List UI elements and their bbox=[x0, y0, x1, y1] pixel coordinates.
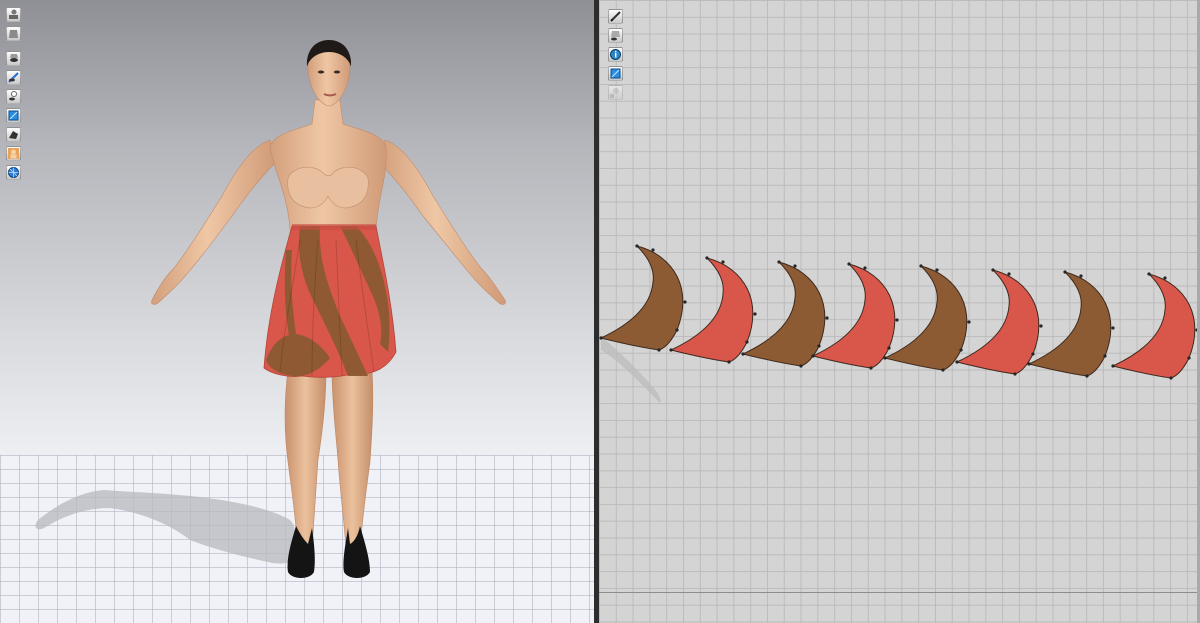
pattern-point[interactable] bbox=[651, 248, 655, 252]
rendering-icon[interactable] bbox=[6, 127, 21, 142]
pattern-point[interactable] bbox=[745, 340, 749, 344]
2d-window-toolbar bbox=[608, 9, 623, 104]
texture-display-icon[interactable] bbox=[6, 108, 21, 123]
pattern-point[interactable] bbox=[1031, 352, 1035, 356]
pattern-point[interactable] bbox=[883, 356, 887, 360]
arrangement-icon[interactable] bbox=[608, 85, 623, 100]
pattern-point[interactable] bbox=[721, 260, 725, 264]
avatar-scene bbox=[35, 40, 506, 578]
pattern-point[interactable] bbox=[1187, 356, 1191, 360]
pattern-point[interactable] bbox=[1007, 272, 1011, 276]
pattern-point[interactable] bbox=[1169, 376, 1173, 380]
pattern-point[interactable] bbox=[959, 348, 963, 352]
pattern-point[interactable] bbox=[941, 368, 945, 372]
pattern-point[interactable] bbox=[1013, 372, 1017, 376]
show-avatar-icon[interactable] bbox=[6, 51, 21, 66]
pattern-point[interactable] bbox=[1111, 364, 1115, 368]
pattern-point[interactable] bbox=[777, 260, 781, 264]
pattern-point[interactable] bbox=[741, 352, 745, 356]
garment-display-icon[interactable] bbox=[6, 26, 21, 41]
edit-pattern-icon[interactable] bbox=[608, 9, 623, 24]
pattern-piece-5[interactable] bbox=[883, 265, 968, 371]
pattern-point[interactable] bbox=[817, 344, 821, 348]
3d-viewport[interactable] bbox=[0, 0, 594, 623]
right-arm bbox=[378, 139, 506, 305]
pattern-point[interactable] bbox=[1085, 374, 1089, 378]
pattern-point[interactable] bbox=[847, 262, 851, 266]
pattern-piece-7[interactable] bbox=[1027, 271, 1112, 377]
canvas-bottom-border bbox=[599, 592, 1200, 593]
pattern-point[interactable] bbox=[635, 244, 639, 248]
pattern-point[interactable] bbox=[669, 348, 673, 352]
avatar-skin-icon[interactable] bbox=[6, 146, 21, 161]
left-arm bbox=[151, 139, 277, 305]
pattern-point[interactable] bbox=[599, 336, 603, 340]
pattern-point[interactable] bbox=[799, 364, 803, 368]
pattern-point[interactable] bbox=[869, 366, 873, 370]
pattern-point[interactable] bbox=[1163, 276, 1167, 280]
pattern-point[interactable] bbox=[1103, 354, 1107, 358]
show-pin-icon[interactable] bbox=[6, 89, 21, 104]
pattern-point[interactable] bbox=[991, 268, 995, 272]
pattern-point[interactable] bbox=[935, 268, 939, 272]
display-avatar-icon[interactable] bbox=[6, 7, 21, 22]
pattern-point[interactable] bbox=[895, 318, 899, 322]
pattern-point[interactable] bbox=[967, 320, 971, 324]
pattern-point[interactable] bbox=[919, 264, 923, 268]
show-garment-icon[interactable] bbox=[608, 28, 623, 43]
3d-window-toolbar bbox=[6, 7, 21, 184]
pattern-point[interactable] bbox=[811, 354, 815, 358]
pattern-point[interactable] bbox=[675, 328, 679, 332]
pattern-point[interactable] bbox=[683, 300, 687, 304]
pattern-point[interactable] bbox=[705, 256, 709, 260]
mesh-display-icon[interactable] bbox=[6, 165, 21, 180]
2d-pattern-window[interactable] bbox=[599, 0, 1200, 623]
pattern-point[interactable] bbox=[887, 346, 891, 350]
pattern-point[interactable] bbox=[1063, 270, 1067, 274]
pattern-point[interactable] bbox=[1111, 326, 1115, 330]
pattern-point[interactable] bbox=[793, 264, 797, 268]
pattern-point[interactable] bbox=[753, 312, 757, 316]
pattern-piece-1[interactable] bbox=[599, 245, 684, 351]
pattern-point[interactable] bbox=[727, 360, 731, 364]
skirt bbox=[263, 224, 397, 378]
pattern-point[interactable] bbox=[1039, 324, 1043, 328]
texture-view-icon[interactable] bbox=[608, 66, 623, 81]
pattern-point[interactable] bbox=[955, 360, 959, 364]
pattern-point[interactable] bbox=[863, 266, 867, 270]
avatar-shadow bbox=[35, 490, 297, 564]
pattern-piece-8[interactable] bbox=[1111, 273, 1196, 379]
avatar-head bbox=[306, 40, 352, 107]
pattern-piece-2[interactable] bbox=[669, 257, 754, 363]
information-icon[interactable] bbox=[608, 47, 623, 62]
pattern-point[interactable] bbox=[825, 316, 829, 320]
torso bbox=[269, 99, 387, 231]
show-pattern-icon[interactable] bbox=[6, 70, 21, 85]
pattern-point[interactable] bbox=[1079, 274, 1083, 278]
pattern-point[interactable] bbox=[1027, 362, 1031, 366]
pattern-canvas bbox=[599, 244, 1199, 403]
right-leg bbox=[331, 369, 374, 551]
pattern-point[interactable] bbox=[1147, 272, 1151, 276]
pattern-point[interactable] bbox=[657, 348, 661, 352]
